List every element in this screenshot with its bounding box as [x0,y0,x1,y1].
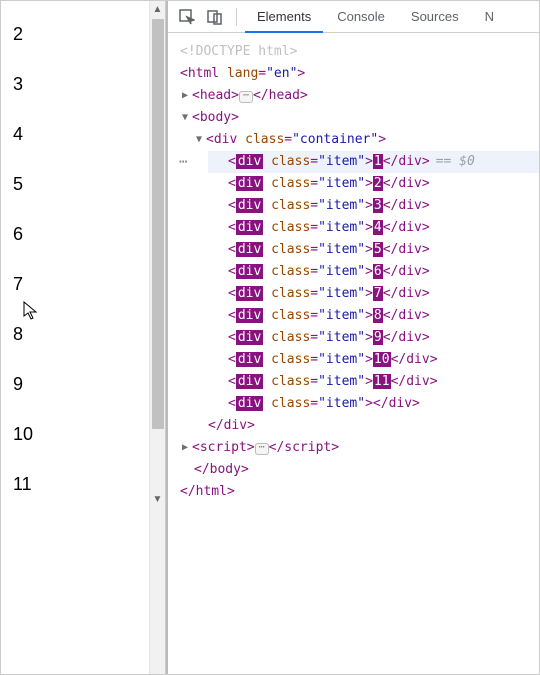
dom-node-doctype[interactable]: <!DOCTYPE html> [168,41,539,63]
scrollbar[interactable]: ▲ ▼ [149,1,165,674]
dom-node-head[interactable]: ▶<head>⋯</head> [168,85,539,107]
dom-node-container-close[interactable]: </div> [168,415,539,437]
dom-node-item[interactable]: <div class="item">7</div> [208,283,539,305]
expand-arrow-icon[interactable]: ▶ [182,437,192,459]
scroll-thumb[interactable] [152,19,164,429]
list-item: 2 [13,9,165,59]
tab-elements[interactable]: Elements [245,1,323,33]
ellipsis-icon[interactable]: ⋯ [239,91,253,103]
list-item: 10 [13,409,165,459]
collapse-arrow-icon[interactable]: ▼ [196,129,206,151]
toolbar-separator [236,8,237,26]
dom-node-item[interactable]: <div class="item">3</div> [208,195,539,217]
expand-arrow-icon[interactable]: ▶ [182,85,192,107]
collapse-arrow-icon[interactable]: ▼ [182,107,192,129]
dom-node-html-open[interactable]: <html lang="en"> [168,63,539,85]
dom-node-container-open[interactable]: ▼<div class="container"> [168,129,539,151]
device-toggle-icon[interactable] [202,4,228,30]
list-item: 11 [13,459,165,509]
page-preview-pane: 2 3 4 5 6 7 8 9 10 11 ▲ ▼ [1,1,166,674]
dom-node-item[interactable]: <div class="item">9</div> [208,327,539,349]
devtools-toolbar: Elements Console Sources N [168,1,539,33]
dom-node-item[interactable]: <div class="item">10</div> [208,349,539,371]
inspect-element-icon[interactable] [174,4,200,30]
list-item: 9 [13,359,165,409]
dom-node-item[interactable]: <div class="item">8</div> [208,305,539,327]
scroll-down-button[interactable]: ▼ [150,491,165,507]
list-item: 4 [13,109,165,159]
page-content: 2 3 4 5 6 7 8 9 10 11 [1,1,165,509]
list-item: 8 [13,309,165,359]
list-item: 6 [13,209,165,259]
list-item: 3 [13,59,165,109]
dom-node-item[interactable]: <div class="item">1</div>== $0 [208,151,539,173]
dom-node-item[interactable]: <div class="item">11</div> [208,371,539,393]
dom-node-item[interactable]: <div class="item">6</div> [208,261,539,283]
tab-more[interactable]: N [473,1,506,33]
tab-sources[interactable]: Sources [399,1,471,33]
dom-node-body-open[interactable]: ▼<body> [168,107,539,129]
dom-node-script[interactable]: ▶<script>⋯</script> [168,437,539,459]
dom-node-item[interactable]: <div class="item">4</div> [208,217,539,239]
ellipsis-icon[interactable]: ⋯ [255,443,269,455]
dom-node-html-close[interactable]: </html> [168,481,539,503]
scroll-up-button[interactable]: ▲ [150,1,165,17]
tab-console[interactable]: Console [325,1,397,33]
dom-node-body-close[interactable]: </body> [168,459,539,481]
dom-node-item[interactable]: <div class="item">2</div> [208,173,539,195]
devtools-panel: Elements Console Sources N <!DOCTYPE htm… [166,1,539,674]
list-item: 7 [13,259,165,309]
dom-node-item[interactable]: <div class="item">5</div> [208,239,539,261]
dom-tree[interactable]: <!DOCTYPE html> <html lang="en"> ▶<head>… [168,33,539,674]
list-item: 5 [13,159,165,209]
dom-node-item[interactable]: <div class="item"></div> [208,393,539,415]
